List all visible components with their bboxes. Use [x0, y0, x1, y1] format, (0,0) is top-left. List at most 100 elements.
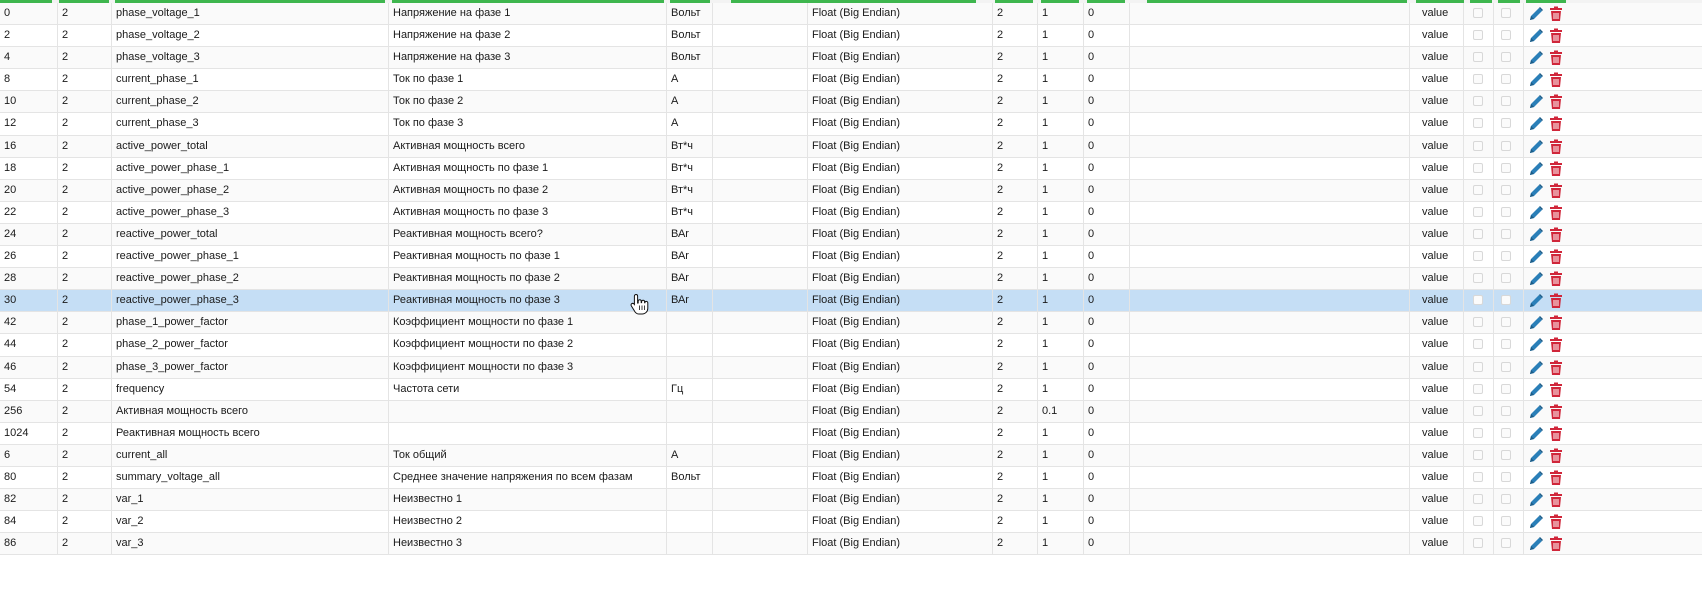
pencil-icon[interactable] — [1528, 183, 1544, 199]
table-row[interactable]: 10 2 current_phase_2 Ток по фазе 2 А Float (B… — [0, 91, 1702, 114]
trash-icon[interactable] — [1548, 293, 1564, 309]
table-row[interactable]: 26 2 reactive_power_phase_1 Реактивная мощн… — [0, 246, 1702, 269]
pencil-icon[interactable] — [1528, 28, 1544, 44]
row-checkbox-2[interactable] — [1501, 228, 1511, 239]
pencil-icon[interactable] — [1528, 72, 1544, 88]
pencil-icon[interactable] — [1528, 382, 1544, 398]
pencil-icon[interactable] — [1528, 6, 1544, 22]
table-row[interactable]: 18 2 active_power_phase_1 Активная мощность… — [0, 157, 1702, 180]
pencil-icon[interactable] — [1528, 94, 1544, 110]
trash-icon[interactable] — [1548, 205, 1564, 221]
pencil-icon[interactable] — [1528, 514, 1544, 530]
table-row[interactable]: 30 2 reactive_power_phase_3 Реактивная мощн… — [0, 290, 1702, 313]
row-checkbox-1[interactable] — [1473, 140, 1483, 151]
table-row[interactable]: 4 2 phase_voltage_3 Напряжение на фазе 3 Вол… — [0, 47, 1702, 70]
row-checkbox-1[interactable] — [1473, 52, 1483, 63]
row-checkbox-1[interactable] — [1473, 494, 1483, 505]
row-checkbox-2[interactable] — [1501, 538, 1511, 549]
row-checkbox-2[interactable] — [1501, 361, 1511, 372]
trash-icon[interactable] — [1548, 315, 1564, 331]
table-row[interactable]: 20 2 active_power_phase_2 Активная мощность… — [0, 179, 1702, 202]
trash-icon[interactable] — [1548, 360, 1564, 376]
trash-icon[interactable] — [1548, 161, 1564, 177]
row-checkbox-1[interactable] — [1473, 449, 1483, 460]
pencil-icon[interactable] — [1528, 116, 1544, 132]
row-checkbox-2[interactable] — [1501, 140, 1511, 151]
pencil-icon[interactable] — [1528, 337, 1544, 353]
row-checkbox-1[interactable] — [1473, 317, 1483, 328]
row-checkbox-2[interactable] — [1501, 449, 1511, 460]
row-checkbox-2[interactable] — [1501, 118, 1511, 129]
trash-icon[interactable] — [1548, 382, 1564, 398]
pencil-icon[interactable] — [1528, 448, 1544, 464]
trash-icon[interactable] — [1548, 492, 1564, 508]
row-checkbox-1[interactable] — [1473, 471, 1483, 482]
pencil-icon[interactable] — [1528, 161, 1544, 177]
pencil-icon[interactable] — [1528, 50, 1544, 66]
pencil-icon[interactable] — [1528, 205, 1544, 221]
row-checkbox-1[interactable] — [1473, 30, 1483, 41]
table-row[interactable]: 24 2 reactive_power_total Реактивная мощнос… — [0, 223, 1702, 247]
table-row[interactable]: 1024 2 Реактивная мощность всего Float (Big… — [0, 422, 1702, 445]
row-checkbox-2[interactable] — [1501, 516, 1511, 527]
trash-icon[interactable] — [1548, 72, 1564, 88]
row-checkbox-2[interactable] — [1501, 74, 1511, 85]
row-checkbox-1[interactable] — [1473, 206, 1483, 217]
row-checkbox-2[interactable] — [1501, 162, 1511, 173]
table-row[interactable]: 80 2 summary_voltage_all Среднее значение н… — [0, 466, 1702, 490]
table-row[interactable]: 256 2 Активная мощность всего Float (Big En… — [0, 400, 1702, 423]
trash-icon[interactable] — [1548, 536, 1564, 552]
table-row[interactable]: 46 2 phase_3_power_factor Коэффициент мощно… — [0, 356, 1702, 379]
trash-icon[interactable] — [1548, 28, 1564, 44]
row-checkbox-2[interactable] — [1501, 317, 1511, 328]
row-checkbox-1[interactable] — [1473, 251, 1483, 262]
trash-icon[interactable] — [1548, 514, 1564, 530]
trash-icon[interactable] — [1548, 271, 1564, 287]
pencil-icon[interactable] — [1528, 536, 1544, 552]
row-checkbox-1[interactable] — [1473, 516, 1483, 527]
row-checkbox-1[interactable] — [1473, 96, 1483, 107]
trash-icon[interactable] — [1548, 50, 1564, 66]
table-row[interactable]: 2 2 phase_voltage_2 Напряжение на фазе 2 Вол… — [0, 25, 1702, 48]
row-checkbox-1[interactable] — [1473, 74, 1483, 85]
row-checkbox-1[interactable] — [1473, 162, 1483, 173]
table-row[interactable]: 44 2 phase_2_power_factor Коэффициент мощно… — [0, 334, 1702, 357]
row-checkbox-1[interactable] — [1473, 228, 1483, 239]
trash-icon[interactable] — [1548, 337, 1564, 353]
row-checkbox-2[interactable] — [1501, 494, 1511, 505]
row-checkbox-2[interactable] — [1501, 273, 1511, 284]
row-checkbox-2[interactable] — [1501, 471, 1511, 482]
row-checkbox-2[interactable] — [1501, 427, 1511, 438]
trash-icon[interactable] — [1548, 139, 1564, 155]
table-row[interactable]: 22 2 active_power_phase_3 Активная мощность… — [0, 201, 1702, 224]
table-row[interactable]: 0 2 phase_voltage_1 Напряжение на фазе 1 Вол… — [0, 3, 1702, 26]
row-checkbox-1[interactable] — [1473, 405, 1483, 416]
row-checkbox-2[interactable] — [1501, 405, 1511, 416]
table-row[interactable]: 84 2 var_2 Неизвестно 2 Float (Big Endian) 2 1… — [0, 511, 1702, 534]
pencil-icon[interactable] — [1528, 227, 1544, 243]
row-checkbox-2[interactable] — [1501, 295, 1511, 306]
row-checkbox-1[interactable] — [1473, 118, 1483, 129]
row-checkbox-1[interactable] — [1473, 8, 1483, 18]
trash-icon[interactable] — [1548, 6, 1564, 22]
pencil-icon[interactable] — [1528, 470, 1544, 486]
table-row[interactable]: 8 2 current_phase_1 Ток по фазе 1 А Float (Bi… — [0, 69, 1702, 92]
pencil-icon[interactable] — [1528, 426, 1544, 442]
pencil-icon[interactable] — [1528, 360, 1544, 376]
row-checkbox-1[interactable] — [1473, 427, 1483, 438]
trash-icon[interactable] — [1548, 94, 1564, 110]
trash-icon[interactable] — [1548, 404, 1564, 420]
pencil-icon[interactable] — [1528, 271, 1544, 287]
row-checkbox-2[interactable] — [1501, 383, 1511, 394]
pencil-icon[interactable] — [1528, 293, 1544, 309]
row-checkbox-1[interactable] — [1473, 339, 1483, 350]
table-row[interactable]: 54 2 frequency Частота сети Гц Float (Big End… — [0, 378, 1702, 401]
pencil-icon[interactable] — [1528, 315, 1544, 331]
row-checkbox-2[interactable] — [1501, 206, 1511, 217]
row-checkbox-1[interactable] — [1473, 361, 1483, 372]
trash-icon[interactable] — [1548, 470, 1564, 486]
trash-icon[interactable] — [1548, 448, 1564, 464]
pencil-icon[interactable] — [1528, 492, 1544, 508]
trash-icon[interactable] — [1548, 183, 1564, 199]
table-row[interactable]: 82 2 var_1 Неизвестно 1 Float (Big Endian) 2 1… — [0, 489, 1702, 512]
